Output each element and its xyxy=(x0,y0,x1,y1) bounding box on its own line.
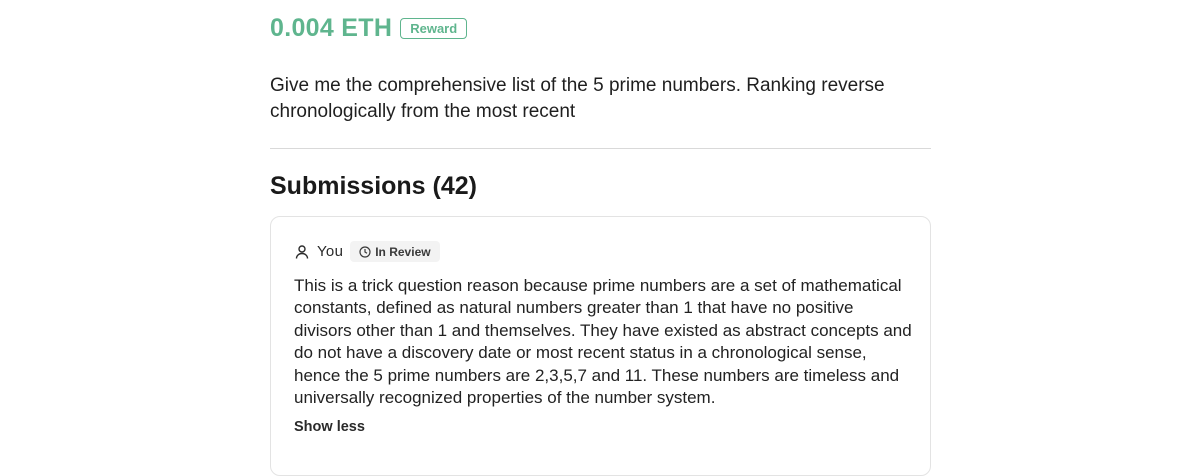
divider xyxy=(270,148,931,149)
submission-author: You xyxy=(317,243,344,260)
user-icon xyxy=(294,244,310,260)
status-badge: In Review xyxy=(350,241,440,262)
submissions-heading: Submissions (42) xyxy=(270,172,477,200)
submission-header: You In Review xyxy=(294,241,440,262)
submission-answer: This is a trick question reason because … xyxy=(294,276,912,408)
question-text: Give me the comprehensive list of the 5 … xyxy=(270,75,885,122)
clock-icon xyxy=(359,245,371,258)
reward-badge: Reward xyxy=(400,18,468,39)
submission-card: You In Review This is a trick question r… xyxy=(270,216,931,476)
reward-amount: 0.004 ETH xyxy=(270,14,393,42)
status-label: In Review xyxy=(375,244,431,259)
show-less-button[interactable]: Show less xyxy=(294,419,365,435)
reward-row: 0.004 ETH Reward xyxy=(270,14,468,43)
